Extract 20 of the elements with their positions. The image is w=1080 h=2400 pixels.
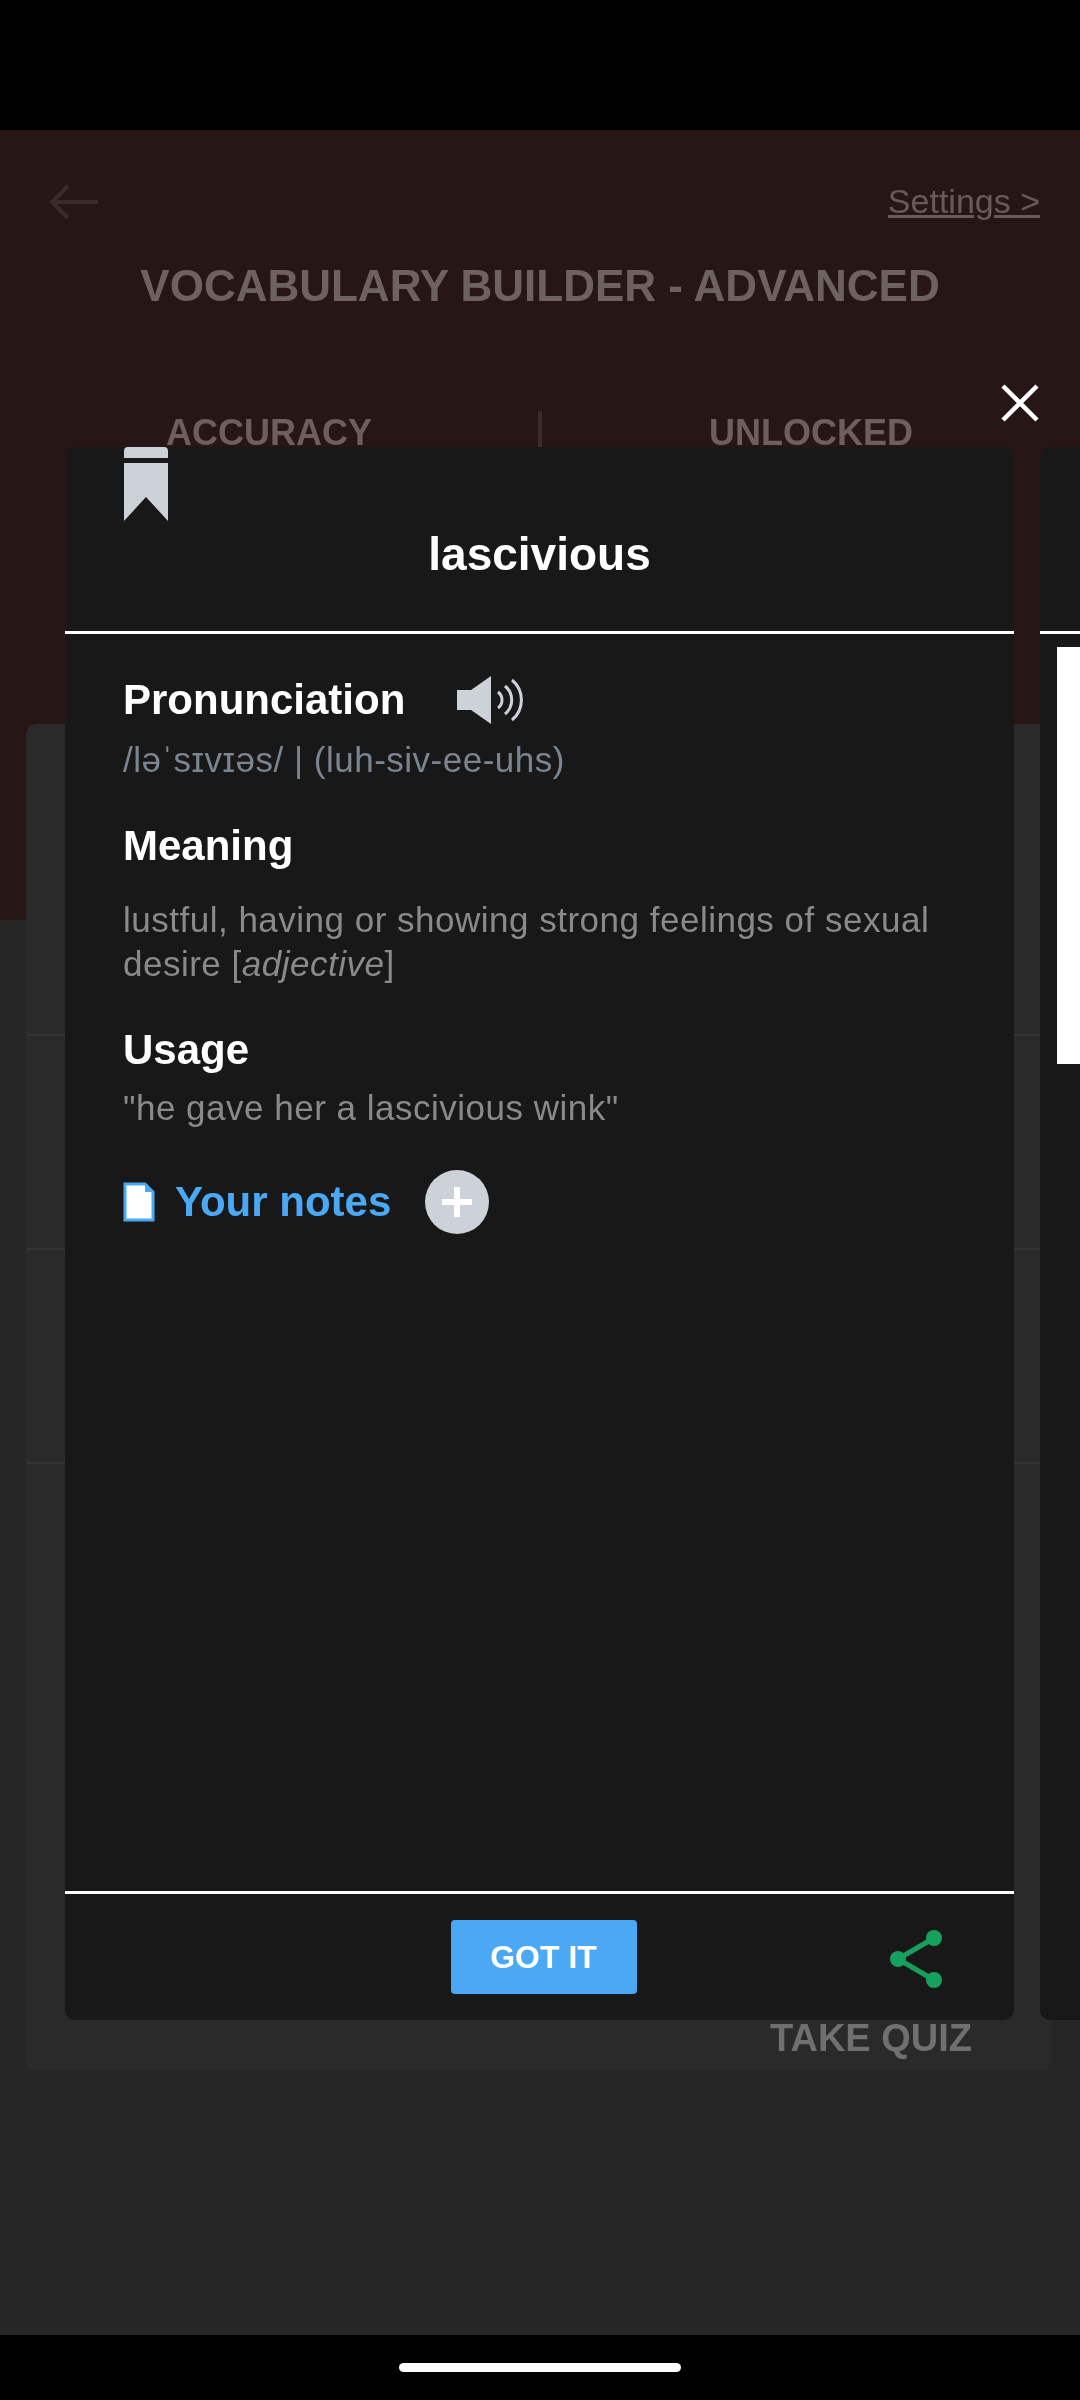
document-icon [123, 1182, 155, 1222]
section-heading: Usage [123, 1026, 250, 1074]
settings-link[interactable]: Settings > [887, 182, 1040, 221]
stat-label: ACCURACY [165, 412, 373, 454]
close-icon[interactable] [1000, 383, 1040, 423]
section-text: /ləˈsɪvɪəs/ | (luh-siv-ee-uhs) [123, 739, 566, 781]
page-title: VOCABULARY BUILDER - ADVANCED [139, 261, 941, 311]
section-heading: Meaning [123, 822, 294, 870]
speaker-icon[interactable] [457, 674, 524, 726]
bookmark-icon[interactable] [124, 447, 168, 521]
section-heading: Pronunciation [123, 676, 406, 724]
got-it-button[interactable]: GOT IT [450, 1920, 637, 1994]
notes-link[interactable]: Your notes [175, 1178, 392, 1226]
add-note-icon[interactable] [425, 1170, 490, 1234]
word-title: lascivious [428, 527, 651, 581]
section-text: lustful, having or showing strong feelings of sexual desire [adjective] [123, 899, 931, 985]
stat-label: UNLOCKED [708, 412, 914, 454]
share-icon[interactable] [888, 1929, 944, 1989]
section-text: "he gave her a lascivious wink" [123, 1087, 620, 1129]
take-quiz-button[interactable]: TAKE QUIZ [770, 2017, 972, 2060]
